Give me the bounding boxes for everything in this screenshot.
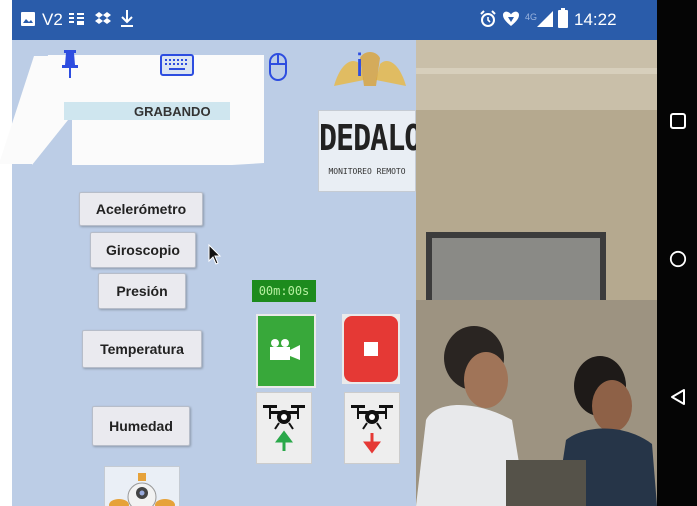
sensor-button-gyroscope[interactable]: Giroscopio (90, 232, 196, 268)
mouse-icon[interactable] (268, 52, 288, 82)
home-icon[interactable] (669, 250, 687, 268)
recording-timer: 00m:00s (252, 280, 316, 302)
dedalo-logo: DEDALO MONITOREO REMOTO (318, 110, 422, 192)
logo-subtitle: MONITOREO REMOTO (328, 167, 406, 176)
logo-title: DEDALO (319, 117, 422, 160)
drone-down-icon (351, 405, 393, 454)
recording-status: GRABANDO (134, 104, 211, 119)
stop-icon (364, 342, 378, 356)
keyboard-icon[interactable] (160, 54, 194, 76)
stop-button[interactable] (342, 314, 400, 384)
sensor-button-pressure[interactable]: Presión (98, 273, 186, 309)
screen: V2 4G 14:22 GRABANDO i DEDALO MONITOREO … (0, 0, 697, 506)
dedalo-emblem-icon (334, 52, 406, 86)
sensor-button-temperature[interactable]: Temperatura (82, 330, 202, 368)
recent-apps-icon[interactable] (669, 112, 687, 130)
status-bar: V2 4G 14:22 (12, 0, 657, 40)
pin-icon[interactable] (60, 50, 80, 80)
alarm-icon (480, 10, 496, 27)
signal-icon (537, 11, 553, 27)
sensor-button-accelerometer[interactable]: Acelerómetro (79, 192, 203, 226)
info-icon[interactable]: i (356, 49, 363, 81)
mouse-pointer-icon (208, 244, 222, 265)
drone-down-button[interactable] (344, 392, 400, 464)
record-button[interactable] (256, 314, 316, 388)
download-icon (121, 10, 133, 27)
heart-shield-icon (503, 11, 519, 26)
status-time: 14:22 (574, 10, 617, 29)
stop-button-face (344, 316, 398, 382)
camera-video-frame (416, 40, 657, 506)
android-nav-bar (657, 0, 697, 506)
signal-text-icon (69, 13, 84, 25)
camera-feed (416, 40, 657, 506)
robot-camera-icon (109, 473, 175, 506)
vpn-label: V2 (42, 10, 63, 29)
drone-up-icon (263, 405, 305, 451)
screen-border (0, 0, 12, 506)
back-icon[interactable] (669, 388, 687, 406)
camera-robot-button[interactable] (104, 466, 180, 506)
video-camera-icon (270, 339, 300, 360)
sensor-button-humidity[interactable]: Humedad (92, 406, 190, 446)
battery-icon (558, 8, 568, 28)
dropbox-icon (95, 12, 111, 24)
gallery-icon (21, 12, 35, 26)
drone-up-button[interactable] (256, 392, 312, 464)
